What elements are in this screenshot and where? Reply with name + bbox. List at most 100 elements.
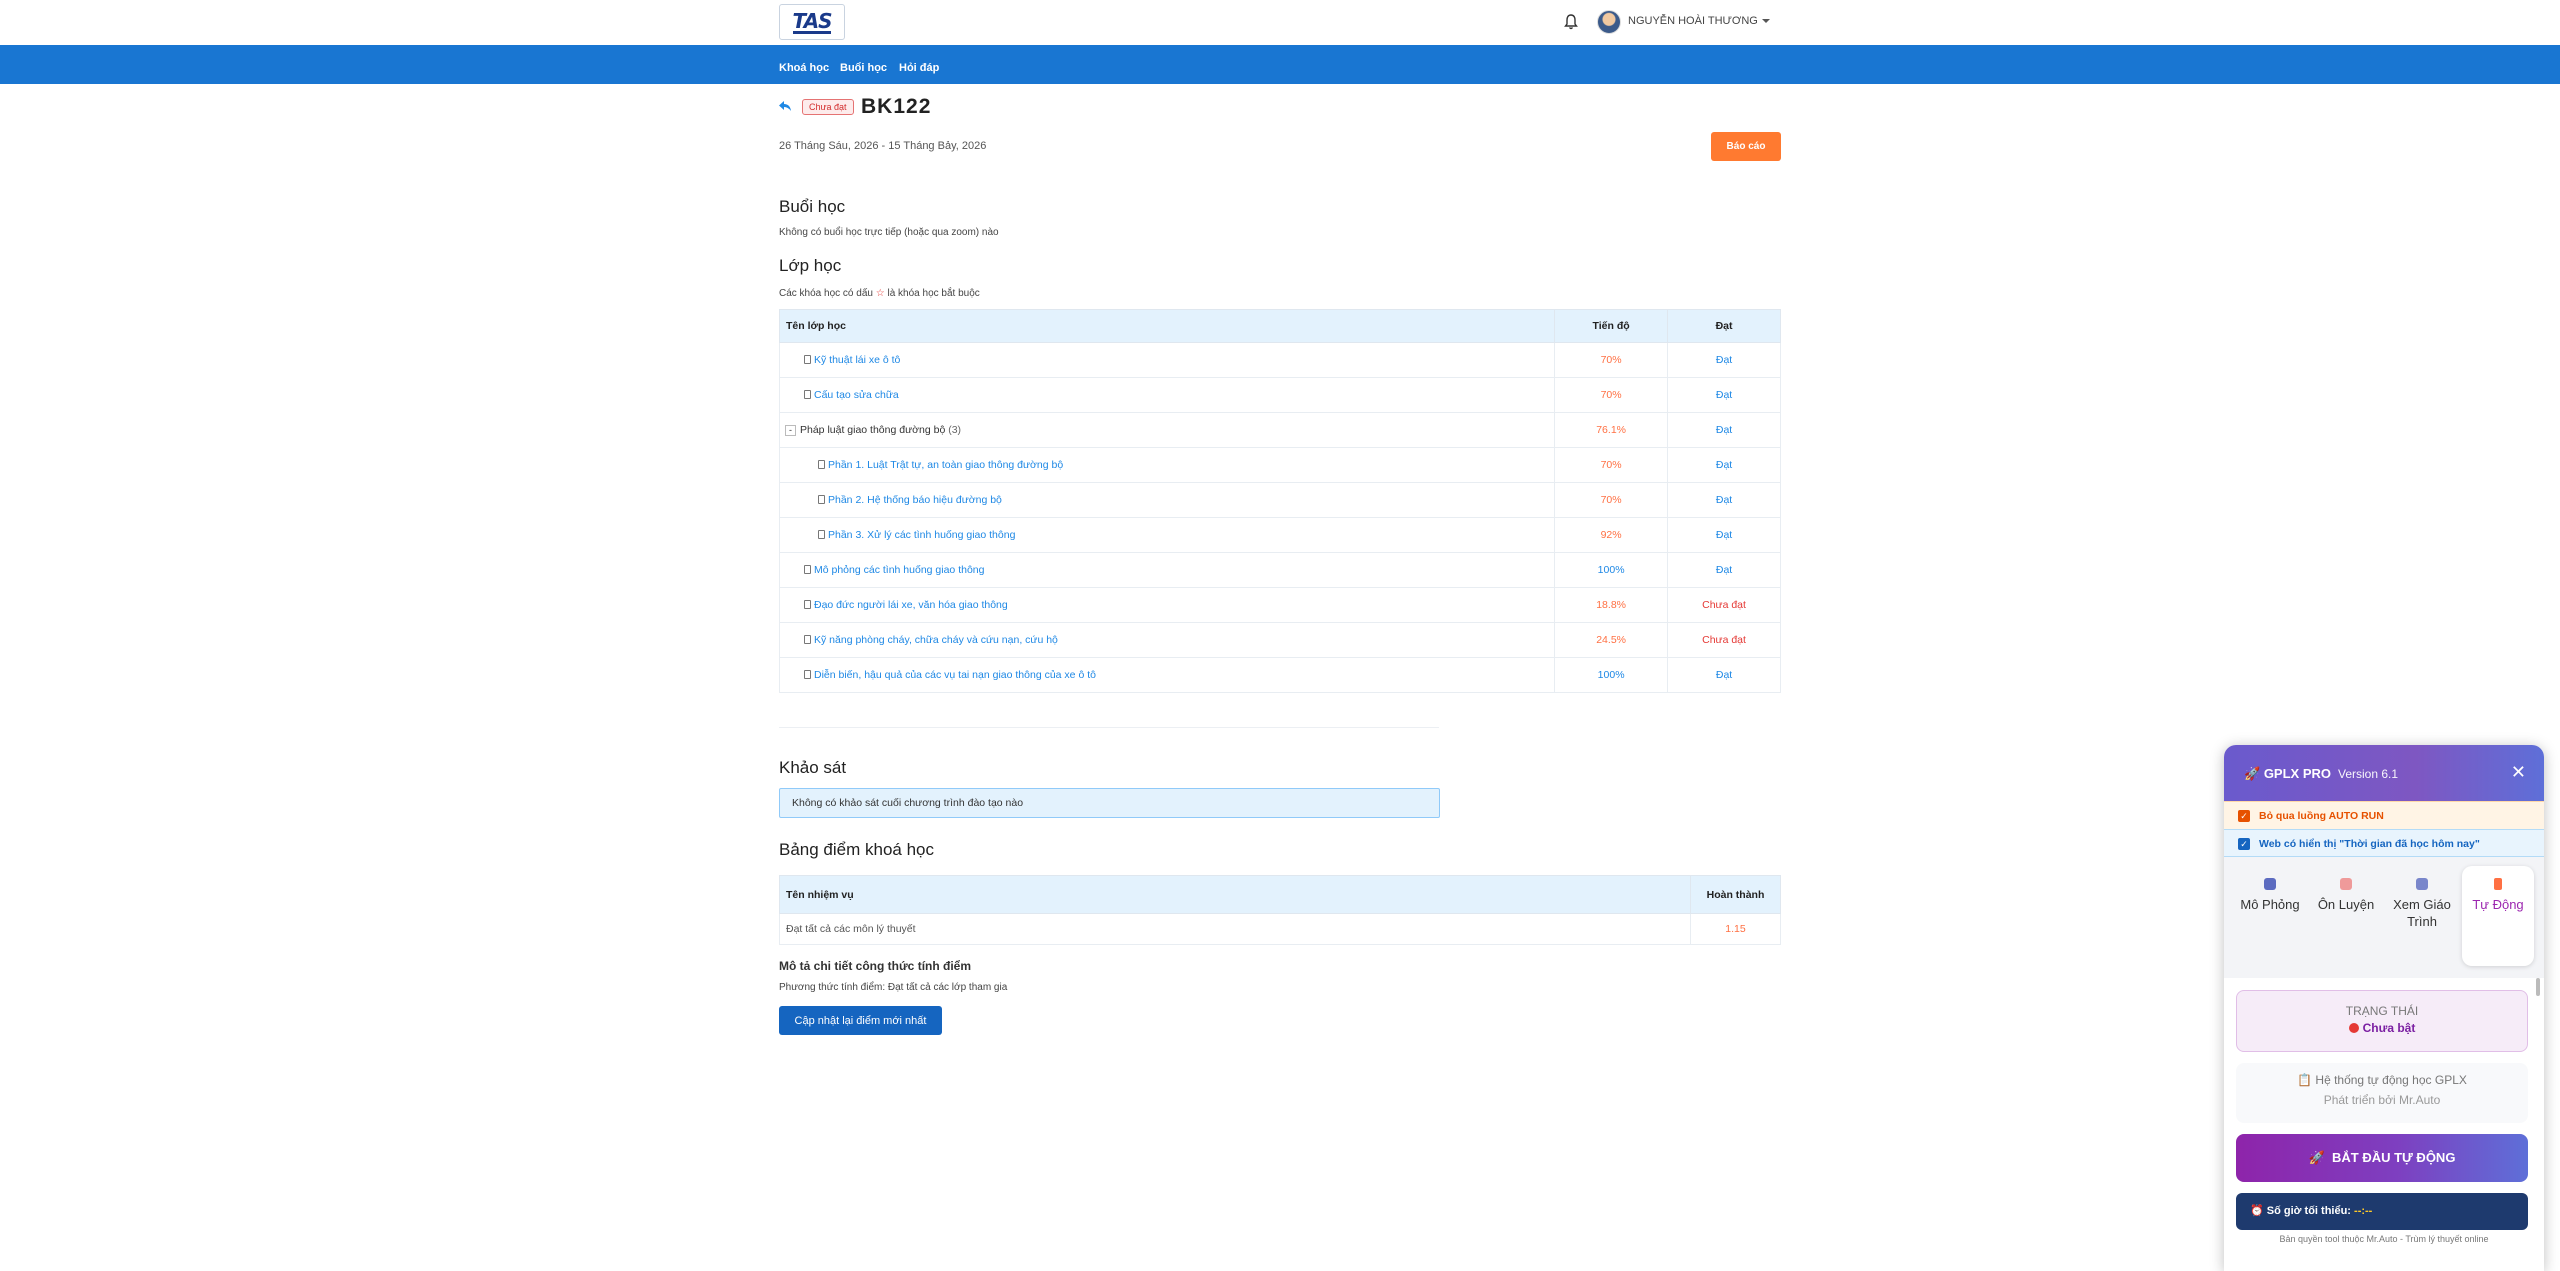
red-dot-icon xyxy=(2348,1023,2359,1033)
progress-value: 100% xyxy=(1554,657,1669,693)
class-link[interactable]: Đạo đức người lái xe, văn hóa giao thông xyxy=(814,599,1008,611)
result-value: Đạt xyxy=(1667,447,1781,483)
avatar[interactable] xyxy=(1597,10,1621,34)
scrollbar[interactable] xyxy=(2536,978,2540,996)
clipboard-icon: 📋 xyxy=(2297,1073,2316,1087)
sessions-empty-text: Không có buổi học trực tiếp (hoặc qua zo… xyxy=(779,227,999,238)
survey-heading: Khảo sát xyxy=(779,758,847,777)
report-button[interactable]: Báo cáo xyxy=(1711,132,1781,161)
task-completion: 1.15 xyxy=(1690,913,1781,945)
class-link[interactable]: Diễn biến, hậu quả của các vụ tai nạn gi… xyxy=(814,669,1096,681)
divider xyxy=(779,727,1439,728)
document-icon xyxy=(804,600,811,609)
table-row: Diễn biến, hậu quả của các vụ tai nạn gi… xyxy=(778,657,1781,693)
back-arrow-icon[interactable] xyxy=(778,100,792,112)
classes-table: Tên lớp học Tiến độ Đạt Kỹ thuật lái xe … xyxy=(778,309,1781,693)
copyright-text: Bản quyền tool thuộc Mr.Auto - Trùm lý t… xyxy=(2279,1234,2489,1244)
sessions-heading: Buổi học xyxy=(779,197,846,216)
tab-auto[interactable]: Tự Động xyxy=(2462,866,2534,966)
table-row: Cấu tạo sửa chữa 70% Đạt xyxy=(778,377,1781,413)
progress-value: 100% xyxy=(1554,552,1669,588)
scores-heading: Bảng điểm khoá học xyxy=(779,840,934,859)
result-value: Đạt xyxy=(1667,517,1781,553)
option-skip-autorun[interactable]: ✓ Bỏ qua luồng AUTO RUN xyxy=(2224,801,2544,829)
close-icon[interactable]: ✕ xyxy=(2511,762,2526,783)
checkbox-checked-icon[interactable]: ✓ xyxy=(2238,810,2250,822)
checkbox-checked-icon[interactable]: ✓ xyxy=(2238,838,2250,850)
status-value: Chưa bật xyxy=(2237,1021,2527,1035)
result-value: Chưa đạt xyxy=(1667,587,1781,623)
table-row: Phần 3. Xử lý các tình huống giao thông … xyxy=(778,517,1781,553)
scores-table: Tên nhiệm vụ Hoàn thành Đạt tất cả các m… xyxy=(778,875,1781,945)
class-link[interactable]: Kỹ năng phòng cháy, chữa cháy và cứu nạn… xyxy=(814,634,1058,646)
document-icon xyxy=(818,495,825,504)
result-value: Chưa đạt xyxy=(1667,622,1781,658)
document-icon xyxy=(804,565,811,574)
table-row: Phần 1. Luật Trật tự, an toàn giao thông… xyxy=(778,447,1781,483)
result-value: Đạt xyxy=(1667,342,1781,378)
gplx-pro-panel: 🚀 GPLX PRO Version 6.1 ✕ ✓ Bỏ qua luồng … xyxy=(2224,745,2544,1271)
tab-textbook[interactable]: Xem Giáo Trình xyxy=(2386,866,2458,966)
class-link[interactable]: Cấu tạo sửa chữa xyxy=(814,389,899,401)
user-menu[interactable]: NGUYỄN HOÀI THƯƠNG xyxy=(1628,15,1770,27)
status-card: TRẠNG THÁI Chưa bật xyxy=(2236,990,2528,1052)
practice-icon xyxy=(2340,878,2352,890)
class-link[interactable]: Kỹ thuật lái xe ô tô xyxy=(814,354,900,366)
progress-value: 92% xyxy=(1554,517,1669,553)
class-link[interactable]: Phần 1. Luật Trật tự, an toàn giao thông… xyxy=(828,459,1063,471)
table-row: Mô phỏng các tình huống giao thông 100% … xyxy=(778,552,1781,588)
collapse-toggle[interactable]: - xyxy=(785,425,796,436)
site-logo[interactable]: TAS xyxy=(779,4,845,40)
tab-simulation[interactable]: Mô Phỏng xyxy=(2234,866,2306,966)
classes-note: Các khóa học có dấu ☆ là khóa học bắt bu… xyxy=(779,288,980,299)
system-info-card: 📋 Hệ thống tự động học GPLX Phát triển b… xyxy=(2236,1063,2528,1123)
table-row: - Pháp luật giao thông đường bộ (3) 76.1%… xyxy=(778,412,1781,448)
result-value: Đạt xyxy=(1667,482,1781,518)
nav-qa[interactable]: Hỏi đáp xyxy=(899,62,939,74)
class-link[interactable]: Phần 2. Hệ thống báo hiệu đường bộ xyxy=(828,494,1002,506)
class-group-name: Pháp luật giao thông đường bộ xyxy=(800,424,946,436)
panel-header: 🚀 GPLX PRO Version 6.1 ✕ xyxy=(2224,745,2544,801)
col-progress: Tiến độ xyxy=(1554,309,1669,343)
result-value: Đạt xyxy=(1667,377,1781,413)
chevron-down-icon xyxy=(1761,19,1770,24)
table-header-row: Tên nhiệm vụ Hoàn thành xyxy=(778,875,1781,914)
progress-value: 70% xyxy=(1554,482,1669,518)
min-hours-bar: ⏰ Số giờ tối thiểu: --:-- xyxy=(2236,1193,2528,1230)
result-value: Đạt xyxy=(1667,657,1781,693)
table-row: Đạo đức người lái xe, văn hóa giao thông… xyxy=(778,587,1781,623)
start-auto-button[interactable]: 🚀 BẮT ĐẦU TỰ ĐỘNG xyxy=(2236,1134,2528,1182)
class-link[interactable]: Mô phỏng các tình huống giao thông xyxy=(814,564,984,576)
nav-sessions[interactable]: Buổi học xyxy=(840,62,887,74)
lightning-icon xyxy=(2494,878,2502,890)
min-hours-value: --:-- xyxy=(2354,1205,2373,1217)
table-row: Kỹ năng phòng cháy, chữa cháy và cứu nạn… xyxy=(778,622,1781,658)
star-icon: ☆ xyxy=(875,288,885,299)
document-icon xyxy=(804,635,811,644)
col-task-name: Tên nhiệm vụ xyxy=(778,875,1692,914)
col-result: Đạt xyxy=(1667,309,1781,343)
table-row: Đạt tất cả các môn lý thuyết 1.15 xyxy=(778,913,1781,945)
progress-value: 18.8% xyxy=(1554,587,1669,623)
class-link[interactable]: Phần 3. Xử lý các tình huống giao thông xyxy=(828,529,1015,541)
course-title: BK122 xyxy=(861,95,932,118)
nav-courses[interactable]: Khoá học xyxy=(779,62,829,74)
timer-icon: ⏰ xyxy=(2250,1205,2267,1217)
result-value: Đạt xyxy=(1667,552,1781,588)
classes-heading: Lớp học xyxy=(779,256,842,275)
document-icon xyxy=(818,530,825,539)
top-header: TAS NGUYỄN HOÀI THƯƠNG xyxy=(0,0,2560,45)
panel-brand: 🚀 GPLX PRO xyxy=(2244,766,2331,781)
update-score-button[interactable]: Cập nhật lại điểm mới nhất xyxy=(779,1006,942,1035)
tab-practice[interactable]: Ôn Luyện xyxy=(2310,866,2382,966)
task-name: Đạt tất cả các môn lý thuyết xyxy=(778,913,1692,945)
panel-tabs: Mô Phỏng Ôn Luyện Xem Giáo Trình Tự Động xyxy=(2224,857,2544,978)
system-title: 📋 Hệ thống tự động học GPLX xyxy=(2297,1073,2467,1087)
panel-version: Version 6.1 xyxy=(2338,767,2399,781)
option-show-study-time[interactable]: ✓ Web có hiển thị "Thời gian đã học hôm … xyxy=(2224,829,2544,857)
notification-bell-icon[interactable] xyxy=(1564,13,1578,31)
progress-value: 70% xyxy=(1554,377,1669,413)
survey-empty-box: Không có khảo sát cuối chương trình đào … xyxy=(779,788,1440,818)
document-icon xyxy=(818,460,825,469)
book-icon xyxy=(2416,878,2428,890)
